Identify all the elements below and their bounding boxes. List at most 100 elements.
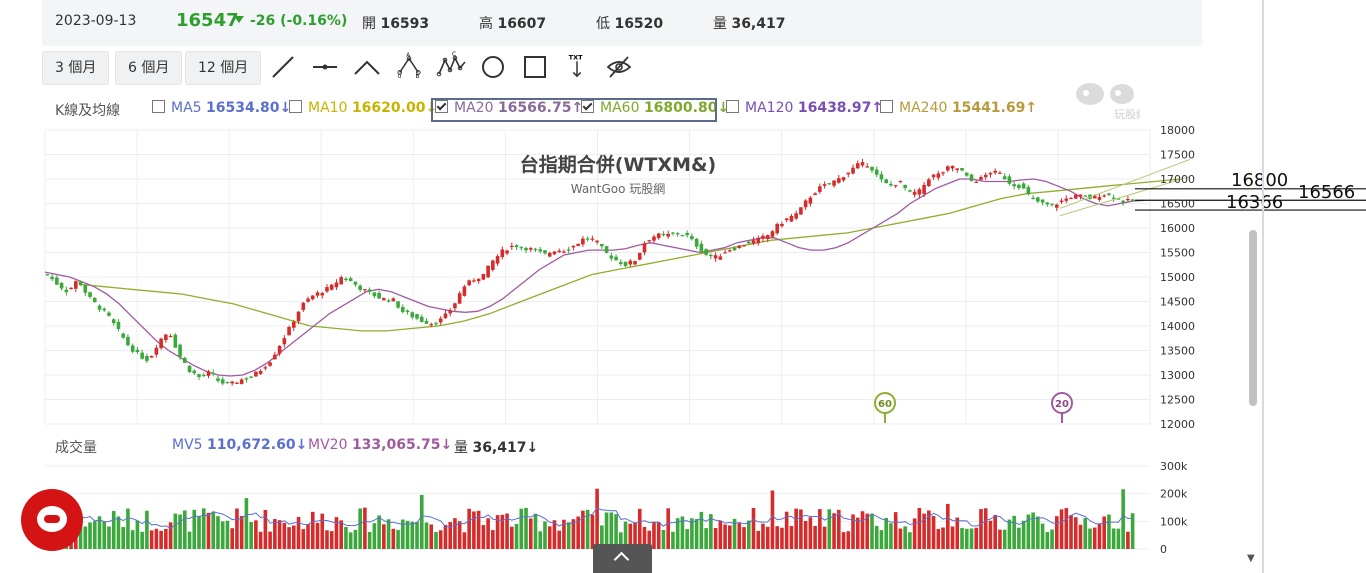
scroll-up-button[interactable] <box>593 544 652 573</box>
volume-value: 36,417 <box>731 16 786 32</box>
volume-bar <box>993 514 997 549</box>
candle-body <box>742 245 746 247</box>
volume-bar <box>116 516 121 549</box>
ma20-marker[interactable]: 20 <box>1050 392 1076 426</box>
volume-panel-title: 成交量 <box>55 440 97 456</box>
ma10-checkbox[interactable] <box>289 100 302 113</box>
candle-body <box>789 216 794 222</box>
svg-text:A: A <box>406 53 410 59</box>
candle-body <box>571 245 576 248</box>
candle-body <box>410 312 415 318</box>
volume-bar <box>287 527 291 549</box>
volume-bar <box>533 513 538 549</box>
volume-bar <box>258 531 263 549</box>
ma10-toggle[interactable]: MA10 16620.00↓ <box>289 100 437 116</box>
volume-bar <box>320 513 325 549</box>
circle-tool-icon[interactable] <box>480 54 506 80</box>
volume-bar <box>505 513 509 549</box>
candle-body <box>277 345 282 354</box>
ma240-value: 15441.69↑ <box>951 100 1038 116</box>
volume-bar <box>1116 528 1121 549</box>
candle-body <box>268 362 272 366</box>
volume-bar <box>927 510 931 549</box>
candle-body <box>983 174 988 178</box>
candle-body <box>1092 195 1097 199</box>
candle-body <box>1040 199 1045 203</box>
ma240-checkbox[interactable] <box>880 100 893 113</box>
wave-tool-icon[interactable]: C <box>436 50 468 80</box>
candle-body <box>950 165 955 169</box>
ma120-toggle[interactable]: MA120 16438.97↑ <box>726 100 883 116</box>
text-tool-icon[interactable]: TXT <box>564 52 590 78</box>
ma60-marker[interactable]: 60 <box>873 392 899 426</box>
low-label: 低 <box>596 16 610 32</box>
volume-bar <box>111 511 116 549</box>
ma5-name: MA5 <box>171 100 202 116</box>
candle-body <box>438 318 443 323</box>
candle-body <box>192 370 197 374</box>
chat-button[interactable] <box>21 489 83 551</box>
quote-high: 高 16607 <box>479 13 546 33</box>
volume-bar <box>728 525 732 549</box>
candle-body <box>159 338 163 349</box>
candle-body <box>969 174 974 182</box>
svg-text:TXT: TXT <box>569 53 583 61</box>
price-chart: 台指期合併(WTXM&) WantGoo 玩股網 18000 17500 17000… <box>44 124 1366 556</box>
low-value: 16520 <box>614 16 664 32</box>
ma120-checkbox[interactable] <box>726 100 739 113</box>
line-tool-icon[interactable] <box>270 54 296 80</box>
candle-body <box>874 169 879 175</box>
volume-bar <box>998 529 1002 549</box>
volume-bar <box>467 508 471 549</box>
volume-bar <box>310 511 315 549</box>
candle-body <box>988 172 993 175</box>
price-tick-label: 12000 <box>1160 418 1195 431</box>
candle-body <box>111 319 116 324</box>
volume-bar <box>1083 518 1088 549</box>
candle-body <box>126 336 130 346</box>
volume-bar <box>1121 489 1125 549</box>
rect-tool-icon[interactable] <box>522 54 548 80</box>
page-right-border <box>1262 0 1264 573</box>
period-3m-button[interactable]: 3 個月 <box>42 51 110 85</box>
vertical-scrollbar-thumb[interactable] <box>1249 230 1257 406</box>
volume-bar <box>737 523 742 549</box>
volume-bar <box>472 511 476 549</box>
ma5-checkbox[interactable] <box>152 100 165 113</box>
ma-legend-title: K線及均線 <box>55 103 121 119</box>
candle-body <box>538 249 543 252</box>
ray-tool-icon[interactable] <box>354 54 380 80</box>
volume-bar <box>396 529 400 549</box>
period-12m-button[interactable]: 12 個月 <box>185 51 262 85</box>
hide-eye-icon[interactable] <box>606 54 632 80</box>
ma10-value: 16620.00↓ <box>351 100 438 116</box>
volume-bar <box>462 532 467 549</box>
volume-bar <box>206 512 211 549</box>
ma5-toggle[interactable]: MA5 16534.80↓ <box>152 100 291 116</box>
volume-bar <box>183 510 187 549</box>
ma240-toggle[interactable]: MA240 15441.69↑ <box>880 100 1037 116</box>
volume-bar <box>794 508 798 549</box>
candle-body <box>396 301 400 308</box>
period-6m-button[interactable]: 6 個月 <box>115 51 183 85</box>
volume-bar <box>528 518 533 549</box>
volume-bar <box>656 522 661 549</box>
quote-change: -26 (-0.16%) <box>234 13 347 29</box>
candle-body <box>912 191 917 195</box>
candle-body <box>1083 195 1088 197</box>
candle-body <box>258 370 263 374</box>
volume-bar <box>292 525 296 549</box>
volume-bar <box>1002 529 1007 549</box>
scroll-down-icon[interactable]: ▼ <box>1247 553 1255 564</box>
mv20-label: MV20 <box>308 437 348 453</box>
candle-body <box>500 249 505 258</box>
volume-bar <box>453 518 457 549</box>
abc-tool-icon[interactable]: A B 0 <box>396 52 422 78</box>
candle-body <box>1021 183 1026 189</box>
volume-bar <box>960 527 964 549</box>
hline-tool-icon[interactable] <box>312 54 338 80</box>
candle-body <box>960 168 964 171</box>
candle-body <box>244 378 249 380</box>
candle-body <box>353 281 358 285</box>
volume-bar <box>187 531 192 549</box>
